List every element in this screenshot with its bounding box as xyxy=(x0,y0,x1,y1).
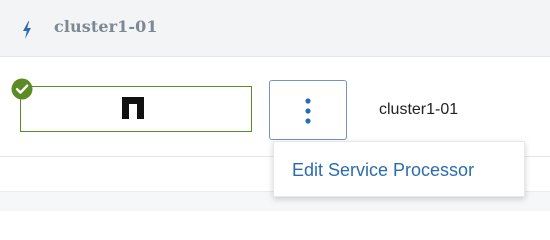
actions-dropdown-menu: Edit Service Processor xyxy=(273,141,525,197)
header-bar: cluster1-01 xyxy=(0,0,550,57)
header-title: cluster1-01 xyxy=(54,17,158,36)
check-circle-icon xyxy=(11,78,33,100)
bolt-icon xyxy=(23,21,31,39)
more-actions-button[interactable] xyxy=(269,80,347,140)
more-vertical-icon xyxy=(305,98,311,124)
node-name: cluster1-01 xyxy=(379,101,459,118)
menu-item-edit-service-processor[interactable]: Edit Service Processor xyxy=(292,160,474,181)
netapp-logo-icon xyxy=(122,97,144,119)
